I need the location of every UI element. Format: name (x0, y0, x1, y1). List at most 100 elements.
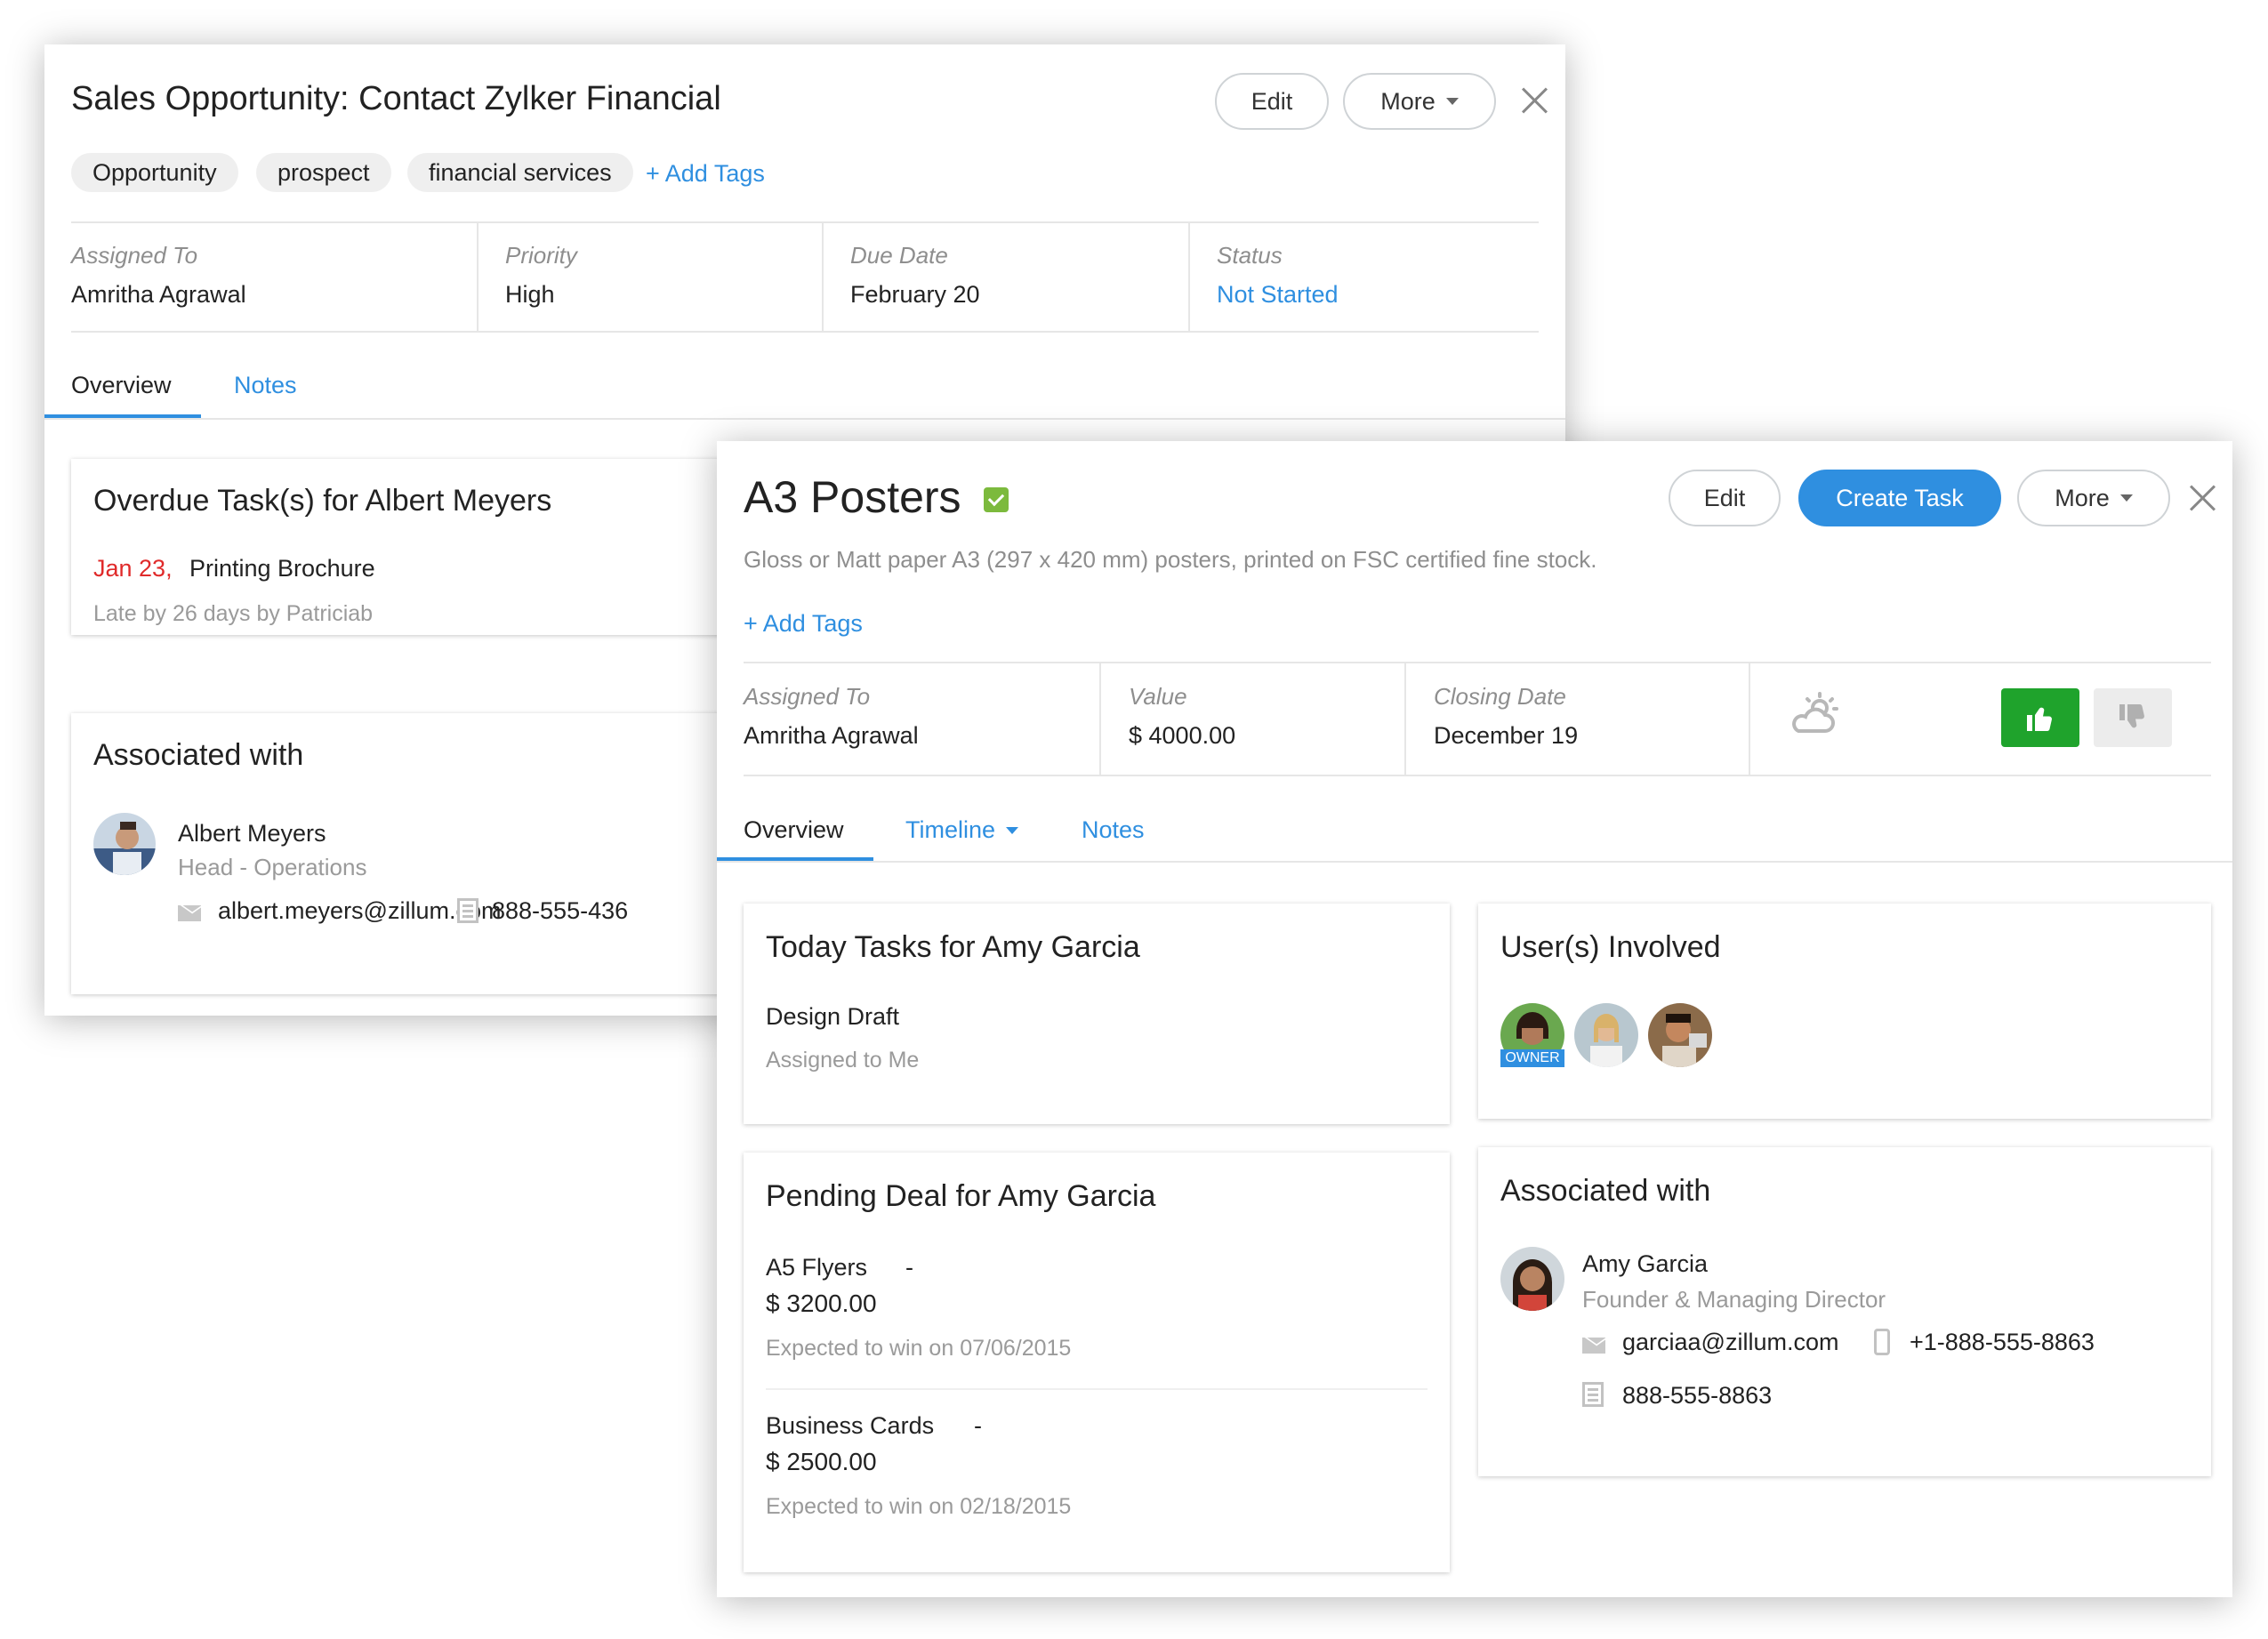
contact-phone[interactable]: 888-555-8863 (1622, 1382, 1772, 1410)
like-button[interactable] (2001, 688, 2079, 747)
deal-expected: Expected to win on 07/06/2015 (766, 1336, 1072, 1361)
deal-amount: $ 2500.00 (766, 1448, 877, 1475)
divider (1749, 663, 1750, 775)
contact-name[interactable]: Amy Garcia (1582, 1250, 1708, 1278)
card-title: Pending Deal for Amy Garcia (766, 1179, 1156, 1213)
more-button[interactable]: More (2017, 470, 2170, 526)
contact-role: Head - Operations (178, 854, 367, 880)
thumbs-up-icon (2027, 707, 2052, 732)
deal-amount: $ 3200.00 (766, 1290, 877, 1317)
thumbs-down-icon (2119, 703, 2144, 728)
tab-timeline[interactable]: Timeline (905, 816, 1019, 844)
tab-timeline-label: Timeline (905, 816, 996, 843)
today-tasks-card: Today Tasks for Amy Garcia Design Draft … (744, 904, 1450, 1124)
avatar[interactable] (93, 813, 156, 875)
closing-date-value: December 19 (1434, 722, 1579, 749)
divider (71, 331, 1539, 333)
divider (71, 221, 1539, 223)
close-icon[interactable] (1519, 85, 1549, 116)
assigned-to-value: Amritha Agrawal (744, 722, 919, 749)
tag-opportunity[interactable]: Opportunity (71, 153, 238, 192)
tab-notes[interactable]: Notes (234, 372, 297, 399)
tag-prospect[interactable]: prospect (256, 153, 391, 192)
tab-overview[interactable]: Overview (744, 816, 844, 844)
deal-name[interactable]: Business Cards (766, 1412, 934, 1440)
contact-phone[interactable]: 888-555-436 (492, 897, 628, 925)
divider (477, 222, 479, 331)
chevron-down-icon (1445, 98, 1459, 105)
pending-deal-card: Pending Deal for Amy Garcia A5 Flyers - … (744, 1153, 1450, 1572)
contact-role: Founder & Managing Director (1582, 1286, 1886, 1313)
create-task-button[interactable]: Create Task (1798, 470, 2001, 526)
divider (744, 775, 2211, 776)
status-label: Status (1217, 242, 1283, 269)
value-amount: $ 4000.00 (1129, 722, 1236, 749)
card-title: Overdue Task(s) for Albert Meyers (93, 484, 552, 518)
avatar[interactable] (1574, 1003, 1638, 1067)
check-icon (984, 487, 1009, 512)
status-value[interactable]: Not Started (1217, 281, 1339, 309)
value-label: Value (1129, 683, 1187, 710)
dislike-button[interactable] (2094, 688, 2172, 747)
due-date-value: February 20 (850, 281, 980, 308)
associated-card: Associated with Amy Garcia Founder & Man… (1478, 1147, 2211, 1476)
divider (744, 662, 2211, 663)
task-assignee: Assigned to Me (766, 1048, 920, 1073)
divider (1188, 222, 1190, 331)
owner-badge: OWNER (1500, 1049, 1564, 1067)
late-text: Late by 26 days by Patriciab (93, 601, 374, 626)
deal-title: A3 Posters (744, 472, 961, 522)
chevron-down-icon (2119, 494, 2133, 502)
opportunity-title: Sales Opportunity: Contact Zylker Financ… (71, 80, 721, 117)
more-button-label: More (1380, 87, 1436, 115)
card-title: User(s) Involved (1500, 930, 1721, 964)
due-date-label: Due Date (850, 242, 948, 269)
card-title: Today Tasks for Amy Garcia (766, 930, 1140, 964)
edit-button-label: Edit (1703, 484, 1746, 511)
tab-notes[interactable]: Notes (1082, 816, 1145, 844)
deal-dash: - (974, 1412, 982, 1439)
priority-label: Priority (505, 242, 577, 269)
priority-value: High (505, 281, 555, 308)
divider (1404, 663, 1406, 775)
weather-icon (1788, 692, 1845, 736)
contact-name[interactable]: Albert Meyers (178, 820, 326, 848)
deal-expected: Expected to win on 02/18/2015 (766, 1494, 1072, 1519)
phone-icon (1582, 1382, 1604, 1407)
task-name[interactable]: Design Draft (766, 1003, 899, 1031)
edit-button[interactable]: Edit (1669, 470, 1781, 526)
avatar[interactable] (1500, 1247, 1564, 1311)
tag-financial-services[interactable]: financial services (407, 153, 633, 192)
card-title: Associated with (93, 738, 304, 772)
create-task-label: Create Task (1836, 484, 1964, 511)
card-title: Associated with (1500, 1174, 1711, 1208)
closing-date-label: Closing Date (1434, 683, 1566, 710)
edit-button[interactable]: Edit (1215, 73, 1329, 130)
add-tags-link[interactable]: + Add Tags (744, 610, 863, 638)
deal-name[interactable]: A5 Flyers (766, 1254, 867, 1281)
overdue-date: Jan 23, (93, 555, 173, 582)
assigned-to-label: Assigned To (744, 683, 871, 710)
tab-divider (44, 418, 1565, 420)
tab-overview[interactable]: Overview (71, 372, 172, 399)
contact-email[interactable]: garciaa@zillum.com (1622, 1329, 1838, 1356)
tab-divider (717, 861, 2232, 863)
more-button[interactable]: More (1343, 73, 1496, 130)
users-involved-card: User(s) Involved OWNER (1478, 904, 2211, 1119)
deal-panel: A3 Posters Edit Create Task More Gloss o… (717, 441, 2232, 1597)
mail-icon (178, 905, 201, 921)
divider (1099, 663, 1101, 775)
close-icon[interactable] (2187, 483, 2217, 513)
assigned-to-label: Assigned To (71, 242, 198, 269)
deal-description: Gloss or Matt paper A3 (297 x 420 mm) po… (744, 546, 1597, 573)
divider (766, 1388, 1428, 1390)
edit-button-label: Edit (1251, 87, 1293, 115)
add-tags-link[interactable]: + Add Tags (646, 160, 765, 188)
avatar[interactable] (1648, 1003, 1712, 1067)
contact-mobile[interactable]: +1-888-555-8863 (1910, 1329, 2095, 1356)
divider (822, 222, 824, 331)
task-name[interactable]: Printing Brochure (189, 555, 375, 582)
phone-icon (457, 898, 479, 923)
deal-dash: - (905, 1254, 913, 1281)
chevron-down-icon (1006, 826, 1019, 834)
